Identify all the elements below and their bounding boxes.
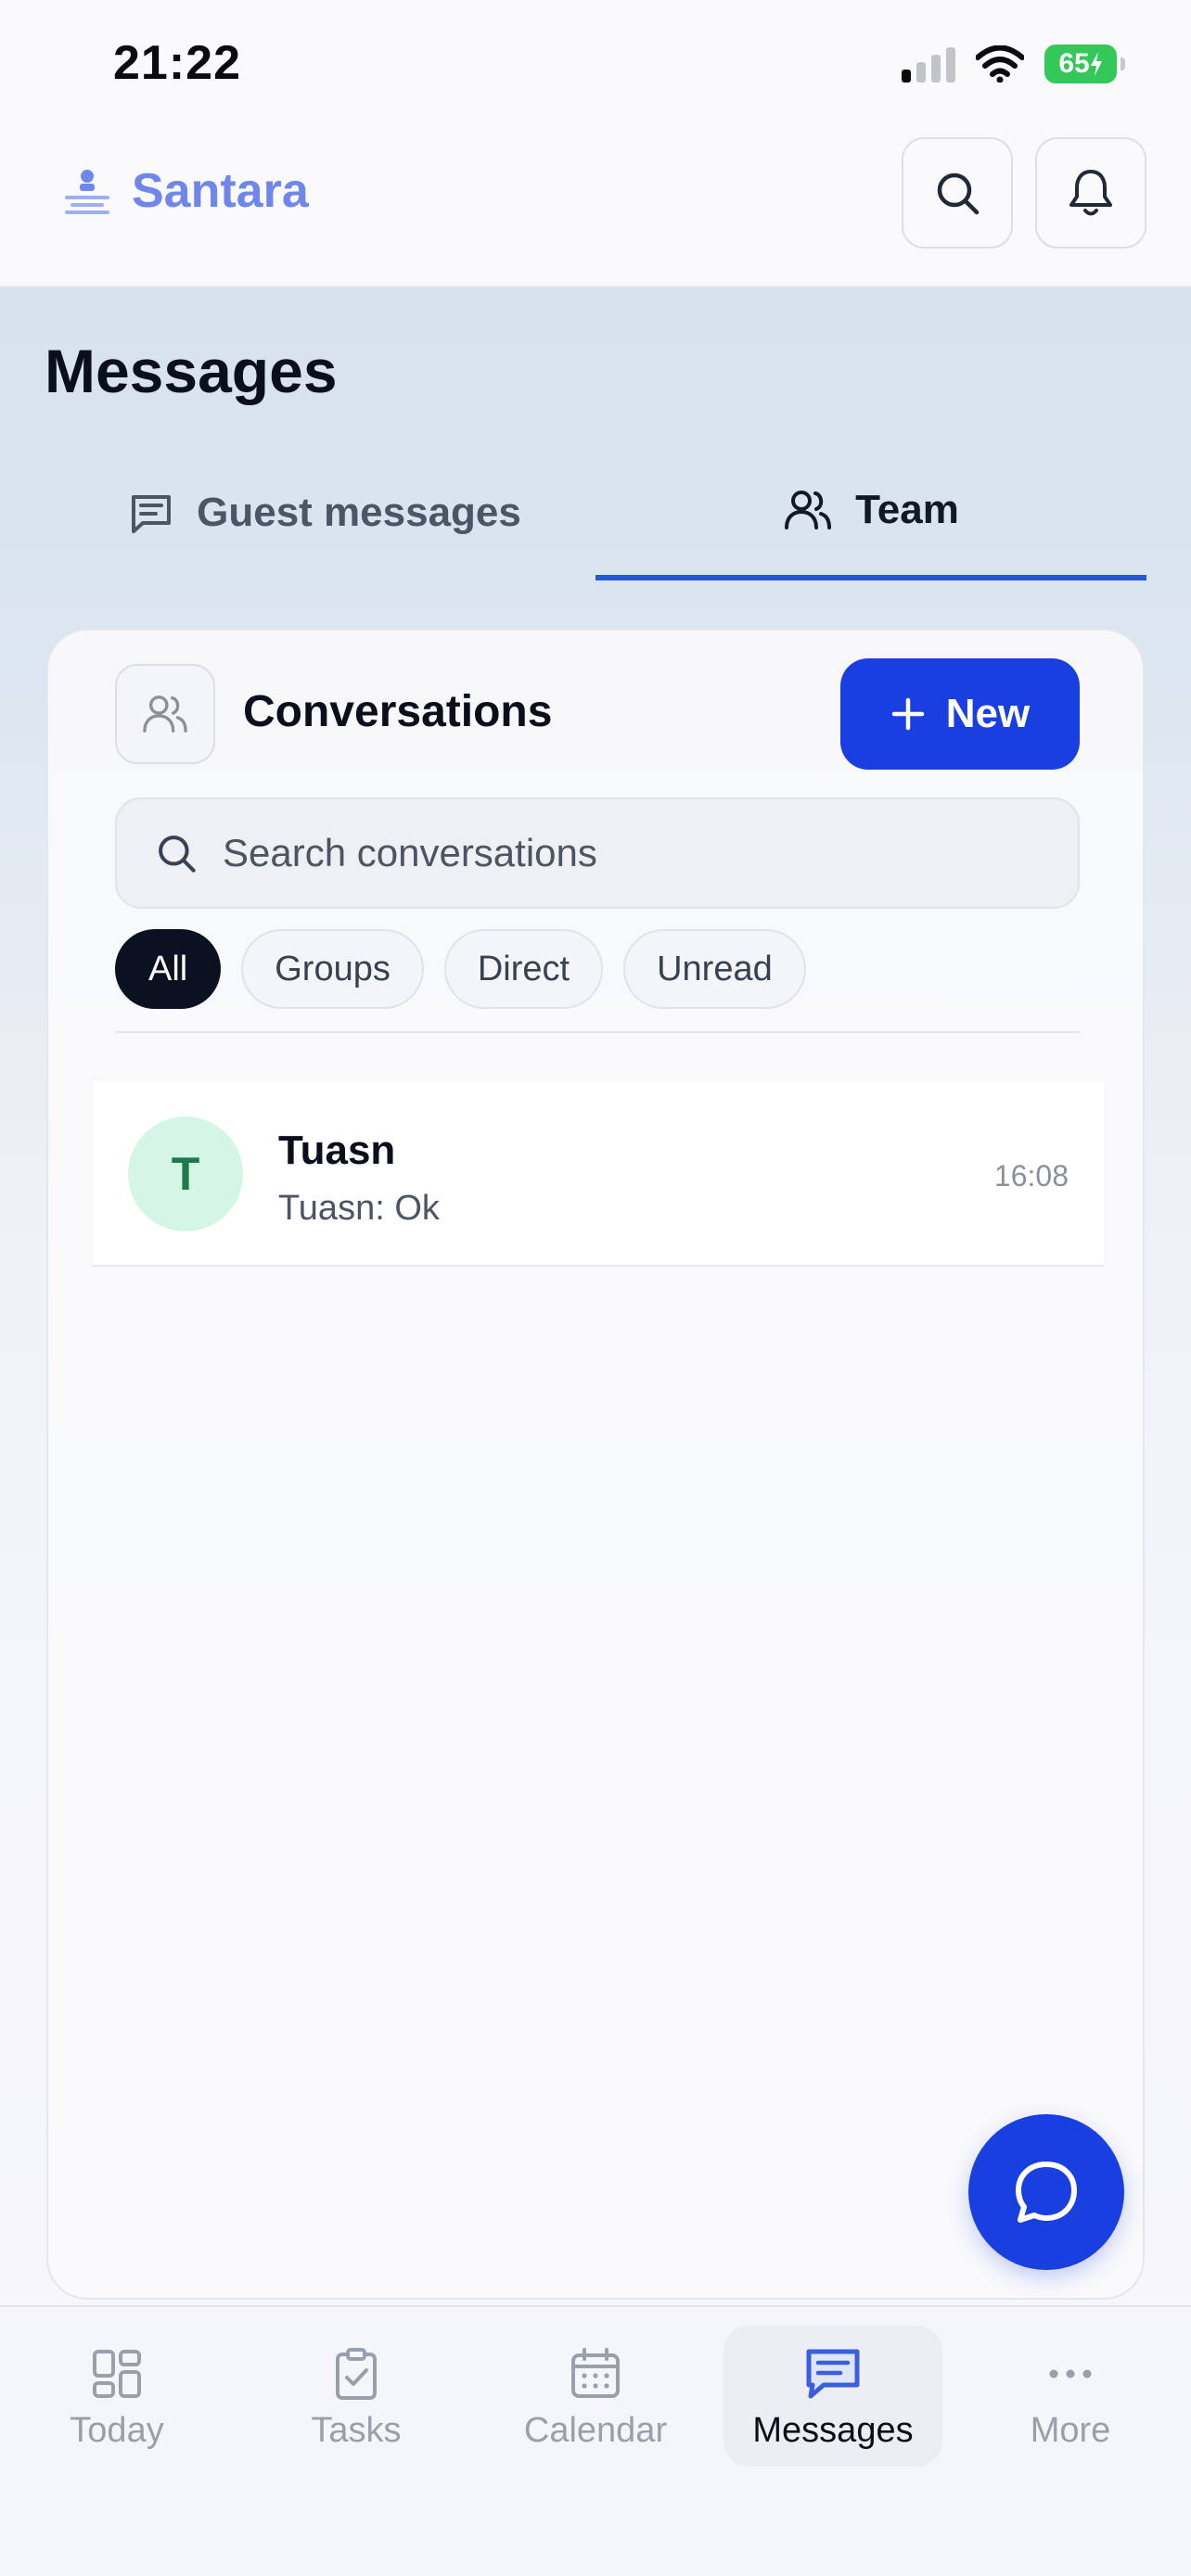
nav-calendar[interactable]: Calendar: [486, 2326, 705, 2467]
conversations-title: Conversations: [243, 687, 553, 736]
tab-guest-messages[interactable]: Guest messages: [65, 445, 584, 580]
nav-calendar-label: Calendar: [523, 2411, 668, 2450]
clipboard-check-icon: [336, 2348, 377, 2400]
chat-bubble-icon: [1016, 2162, 1077, 2223]
search-icon: [937, 172, 980, 215]
nav-today[interactable]: Today: [7, 2326, 226, 2467]
users-icon: [785, 491, 832, 529]
nav-messages[interactable]: Messages: [724, 2326, 942, 2467]
tab-team-label: Team: [855, 487, 959, 532]
messages-icon: [806, 2349, 860, 2399]
search-button[interactable]: [902, 137, 1013, 249]
avatar: T: [128, 1116, 243, 1231]
app-header: Santara: [0, 130, 1191, 287]
new-button-label: New: [945, 691, 1031, 736]
chat-fab-button[interactable]: [968, 2114, 1124, 2270]
notifications-button[interactable]: [1035, 137, 1146, 249]
battery-cap: [1121, 57, 1125, 70]
filter-groups[interactable]: Groups: [241, 929, 424, 1009]
conversations-icon-box: [115, 664, 215, 764]
nav-more[interactable]: More: [961, 2326, 1180, 2467]
more-horizontal-icon: [1049, 2369, 1092, 2378]
filter-all[interactable]: All: [115, 929, 222, 1009]
brand-logo-icon: [65, 170, 109, 214]
status-bar: 21:22 65: [0, 0, 1191, 130]
conversation-row[interactable]: T Tuasn Tuasn: Ok 16:08: [93, 1081, 1104, 1267]
status-time: 21:22: [113, 36, 241, 90]
plus-icon: [891, 697, 924, 731]
calendar-icon: [571, 2348, 620, 2398]
search-conversations-input[interactable]: [223, 831, 1039, 875]
page-title: Messages: [45, 337, 338, 405]
cellular-signal-icon: [902, 47, 955, 83]
nav-today-label: Today: [70, 2411, 164, 2450]
nav-more-label: More: [1030, 2411, 1111, 2450]
battery-level: 65: [1058, 48, 1090, 79]
dashboard-icon: [93, 2350, 141, 2398]
users-icon: [143, 695, 187, 733]
conversations-card: Conversations New All Groups Direct Unre…: [46, 629, 1145, 2300]
tab-team[interactable]: Team: [596, 445, 1146, 580]
tab-guest-messages-label: Guest messages: [197, 490, 521, 535]
brand[interactable]: Santara: [59, 163, 309, 219]
battery-indicator: 65: [1044, 45, 1125, 83]
tab-bar: Guest messages Team: [0, 445, 1191, 580]
divider: [115, 1031, 1080, 1033]
status-icons: 65: [902, 45, 1125, 83]
conversation-time: 16:08: [993, 1159, 1069, 1192]
charging-bolt-icon: [1090, 52, 1102, 76]
conversation-preview: Tuasn: Ok: [278, 1189, 440, 1228]
filter-chips: All Groups Direct Unread: [115, 929, 806, 1009]
bell-icon: [1069, 170, 1112, 216]
bottom-nav: Today Tasks Calendar Messages More: [0, 2305, 1191, 2576]
search-conversations-field[interactable]: [115, 797, 1080, 909]
brand-name: Santara: [132, 164, 309, 218]
search-icon: [159, 835, 196, 873]
nav-tasks[interactable]: Tasks: [247, 2326, 466, 2467]
message-square-icon: [132, 495, 172, 533]
nav-messages-label: Messages: [752, 2411, 914, 2450]
filter-unread[interactable]: Unread: [623, 929, 806, 1009]
nav-tasks-label: Tasks: [311, 2411, 402, 2450]
filter-direct[interactable]: Direct: [443, 929, 604, 1009]
wifi-icon: [976, 45, 1024, 83]
conversation-name: Tuasn: [278, 1128, 396, 1173]
new-conversation-button[interactable]: New: [840, 658, 1080, 770]
